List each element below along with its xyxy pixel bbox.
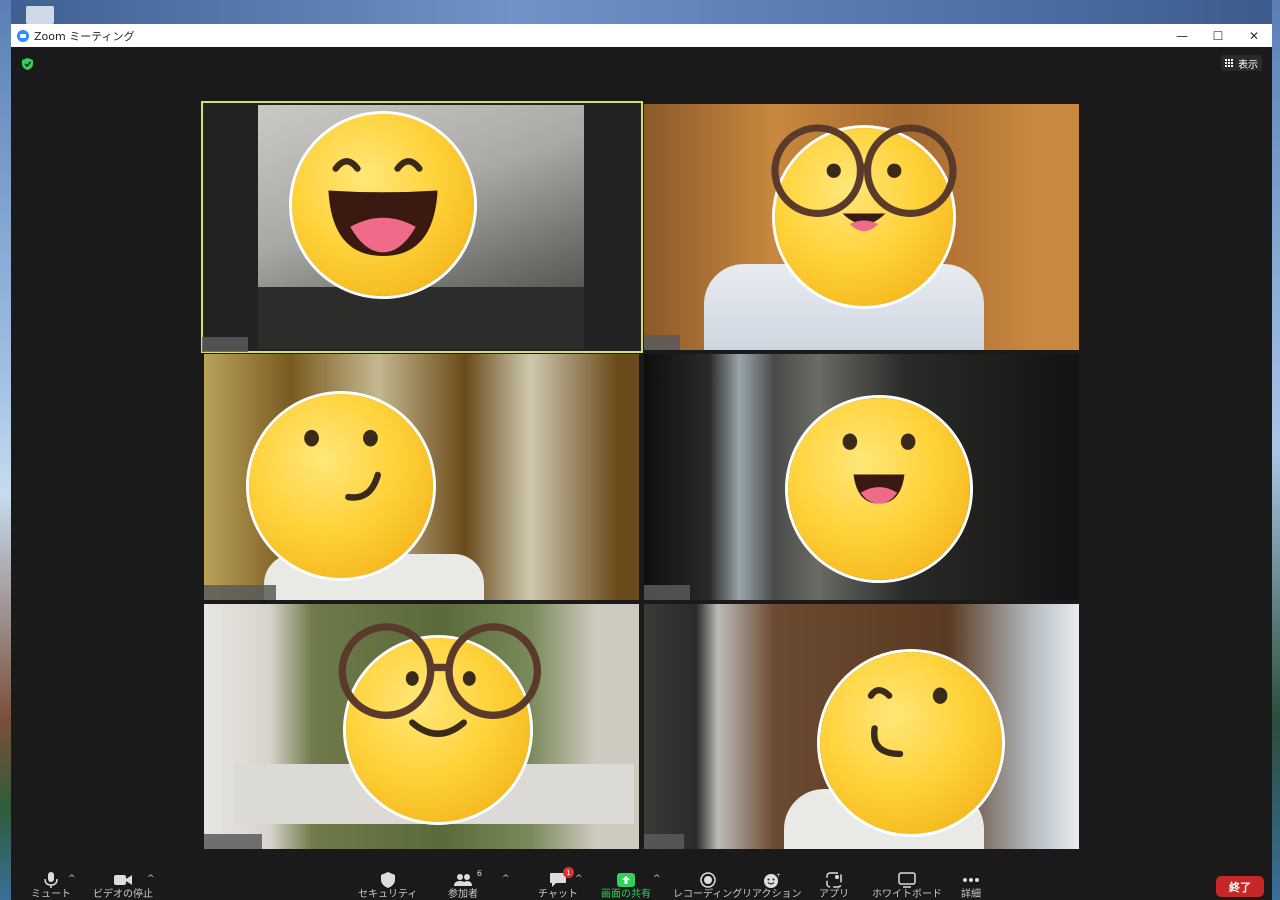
svg-text:+: + bbox=[776, 872, 781, 879]
share-screen-label: 画面の共有 bbox=[601, 889, 651, 900]
video-options-chevron-up-icon[interactable]: ^ bbox=[147, 874, 155, 884]
desktop-background-left bbox=[0, 0, 11, 900]
minimize-button[interactable]: — bbox=[1164, 24, 1200, 47]
stop-video-button[interactable]: ビデオの停止 bbox=[93, 866, 153, 900]
reactions-button[interactable]: + リアクション bbox=[742, 866, 802, 900]
participants-label: 参加者 bbox=[448, 889, 478, 900]
chat-bubble-icon: 1 bbox=[549, 867, 574, 889]
smiling-face-with-glasses-emoji bbox=[338, 623, 542, 822]
laughing-face-emoji bbox=[292, 114, 474, 296]
more-dots-icon bbox=[962, 870, 980, 889]
desktop-shortcut-icon[interactable] bbox=[26, 6, 54, 24]
security-label: セキュリティ bbox=[358, 889, 418, 900]
video-tile-2[interactable] bbox=[644, 104, 1079, 350]
apps-button[interactable]: アプリ bbox=[819, 866, 849, 900]
window-title: Zoom ミーティング bbox=[34, 29, 135, 43]
shield-icon bbox=[380, 870, 395, 889]
meeting-top-bar: 表示 bbox=[11, 47, 1272, 77]
smirking-face-emoji bbox=[249, 394, 433, 578]
stop-video-label: ビデオの停止 bbox=[93, 889, 153, 900]
participants-count: 6 bbox=[476, 869, 482, 878]
participants-button[interactable]: 6 参加者 bbox=[448, 866, 482, 900]
whiteboard-button[interactable]: ホワイトボード bbox=[872, 866, 942, 900]
video-tile-4[interactable] bbox=[644, 354, 1079, 600]
more-button[interactable]: 詳細 bbox=[961, 866, 981, 900]
participants-options-chevron-up-icon[interactable]: ^ bbox=[502, 874, 510, 884]
maximize-button[interactable]: ☐ bbox=[1200, 24, 1236, 47]
video-tile-1[interactable] bbox=[201, 101, 643, 353]
chat-label: チャット bbox=[538, 889, 578, 900]
participants-icon: 6 bbox=[453, 869, 482, 889]
participant-name-tag bbox=[202, 337, 248, 352]
end-meeting-button[interactable]: 終了 bbox=[1216, 876, 1264, 897]
chat-options-chevron-up-icon[interactable]: ^ bbox=[575, 874, 583, 884]
chat-unread-badge: 1 bbox=[562, 867, 574, 878]
apps-label: アプリ bbox=[819, 889, 849, 900]
video-camera-icon bbox=[113, 870, 133, 889]
more-label: 詳細 bbox=[961, 889, 981, 900]
reactions-label: リアクション bbox=[742, 889, 802, 900]
share-screen-icon bbox=[616, 870, 636, 889]
participant-name-tag bbox=[204, 585, 276, 600]
reaction-smiley-icon: + bbox=[763, 870, 781, 889]
smiling-face-with-glasses-emoji bbox=[771, 124, 957, 306]
record-label: レコーディング bbox=[673, 889, 743, 900]
microphone-icon bbox=[43, 870, 59, 889]
desktop-background-top bbox=[0, 0, 1280, 24]
mute-button[interactable]: ミュート bbox=[31, 866, 71, 900]
grid-view-icon bbox=[1225, 58, 1234, 68]
security-button[interactable]: セキュリティ bbox=[358, 866, 417, 900]
desktop-background-right bbox=[1272, 0, 1280, 900]
zoom-app-icon bbox=[17, 29, 29, 42]
participant-name-tag bbox=[644, 335, 680, 350]
mute-label: ミュート bbox=[31, 889, 71, 900]
chat-button[interactable]: 1 チャット bbox=[538, 866, 578, 900]
whiteboard-icon bbox=[898, 870, 916, 889]
participant-name-tag bbox=[644, 585, 690, 600]
record-icon bbox=[699, 870, 716, 889]
view-button[interactable]: 表示 bbox=[1221, 55, 1262, 71]
share-screen-button[interactable]: 画面の共有 bbox=[601, 866, 651, 900]
meeting-toolbar: ミュート ^ ビデオの停止 ^ セキュリティ 6 参加者 ^ 1 チャット ^ … bbox=[11, 866, 1272, 900]
record-button[interactable]: レコーディング bbox=[673, 866, 742, 900]
view-button-label: 表示 bbox=[1238, 59, 1258, 71]
apps-icon bbox=[826, 870, 842, 889]
winking-face-emoji bbox=[820, 652, 1002, 834]
security-shield-icon[interactable] bbox=[22, 58, 33, 70]
video-tile-6[interactable] bbox=[644, 604, 1079, 849]
video-tile-3[interactable] bbox=[204, 354, 639, 600]
title-bar[interactable]: Zoom ミーティング — ☐ ✕ bbox=[11, 24, 1272, 47]
close-button[interactable]: ✕ bbox=[1236, 24, 1272, 47]
participant-name-tag bbox=[644, 834, 684, 849]
video-feed-shirt bbox=[258, 287, 584, 349]
zoom-meeting-window: Zoom ミーティング — ☐ ✕ 表示 ミュート ^ ビデオの停止 ^ セキュ… bbox=[11, 24, 1272, 900]
audio-options-chevron-up-icon[interactable]: ^ bbox=[68, 874, 76, 884]
whiteboard-label: ホワイトボード bbox=[872, 889, 942, 900]
window-controls: — ☐ ✕ bbox=[1164, 24, 1272, 47]
share-options-chevron-up-icon[interactable]: ^ bbox=[653, 874, 661, 884]
happy-face-emoji bbox=[788, 398, 970, 580]
video-tile-5[interactable] bbox=[204, 604, 639, 849]
participant-name-tag bbox=[204, 834, 262, 849]
